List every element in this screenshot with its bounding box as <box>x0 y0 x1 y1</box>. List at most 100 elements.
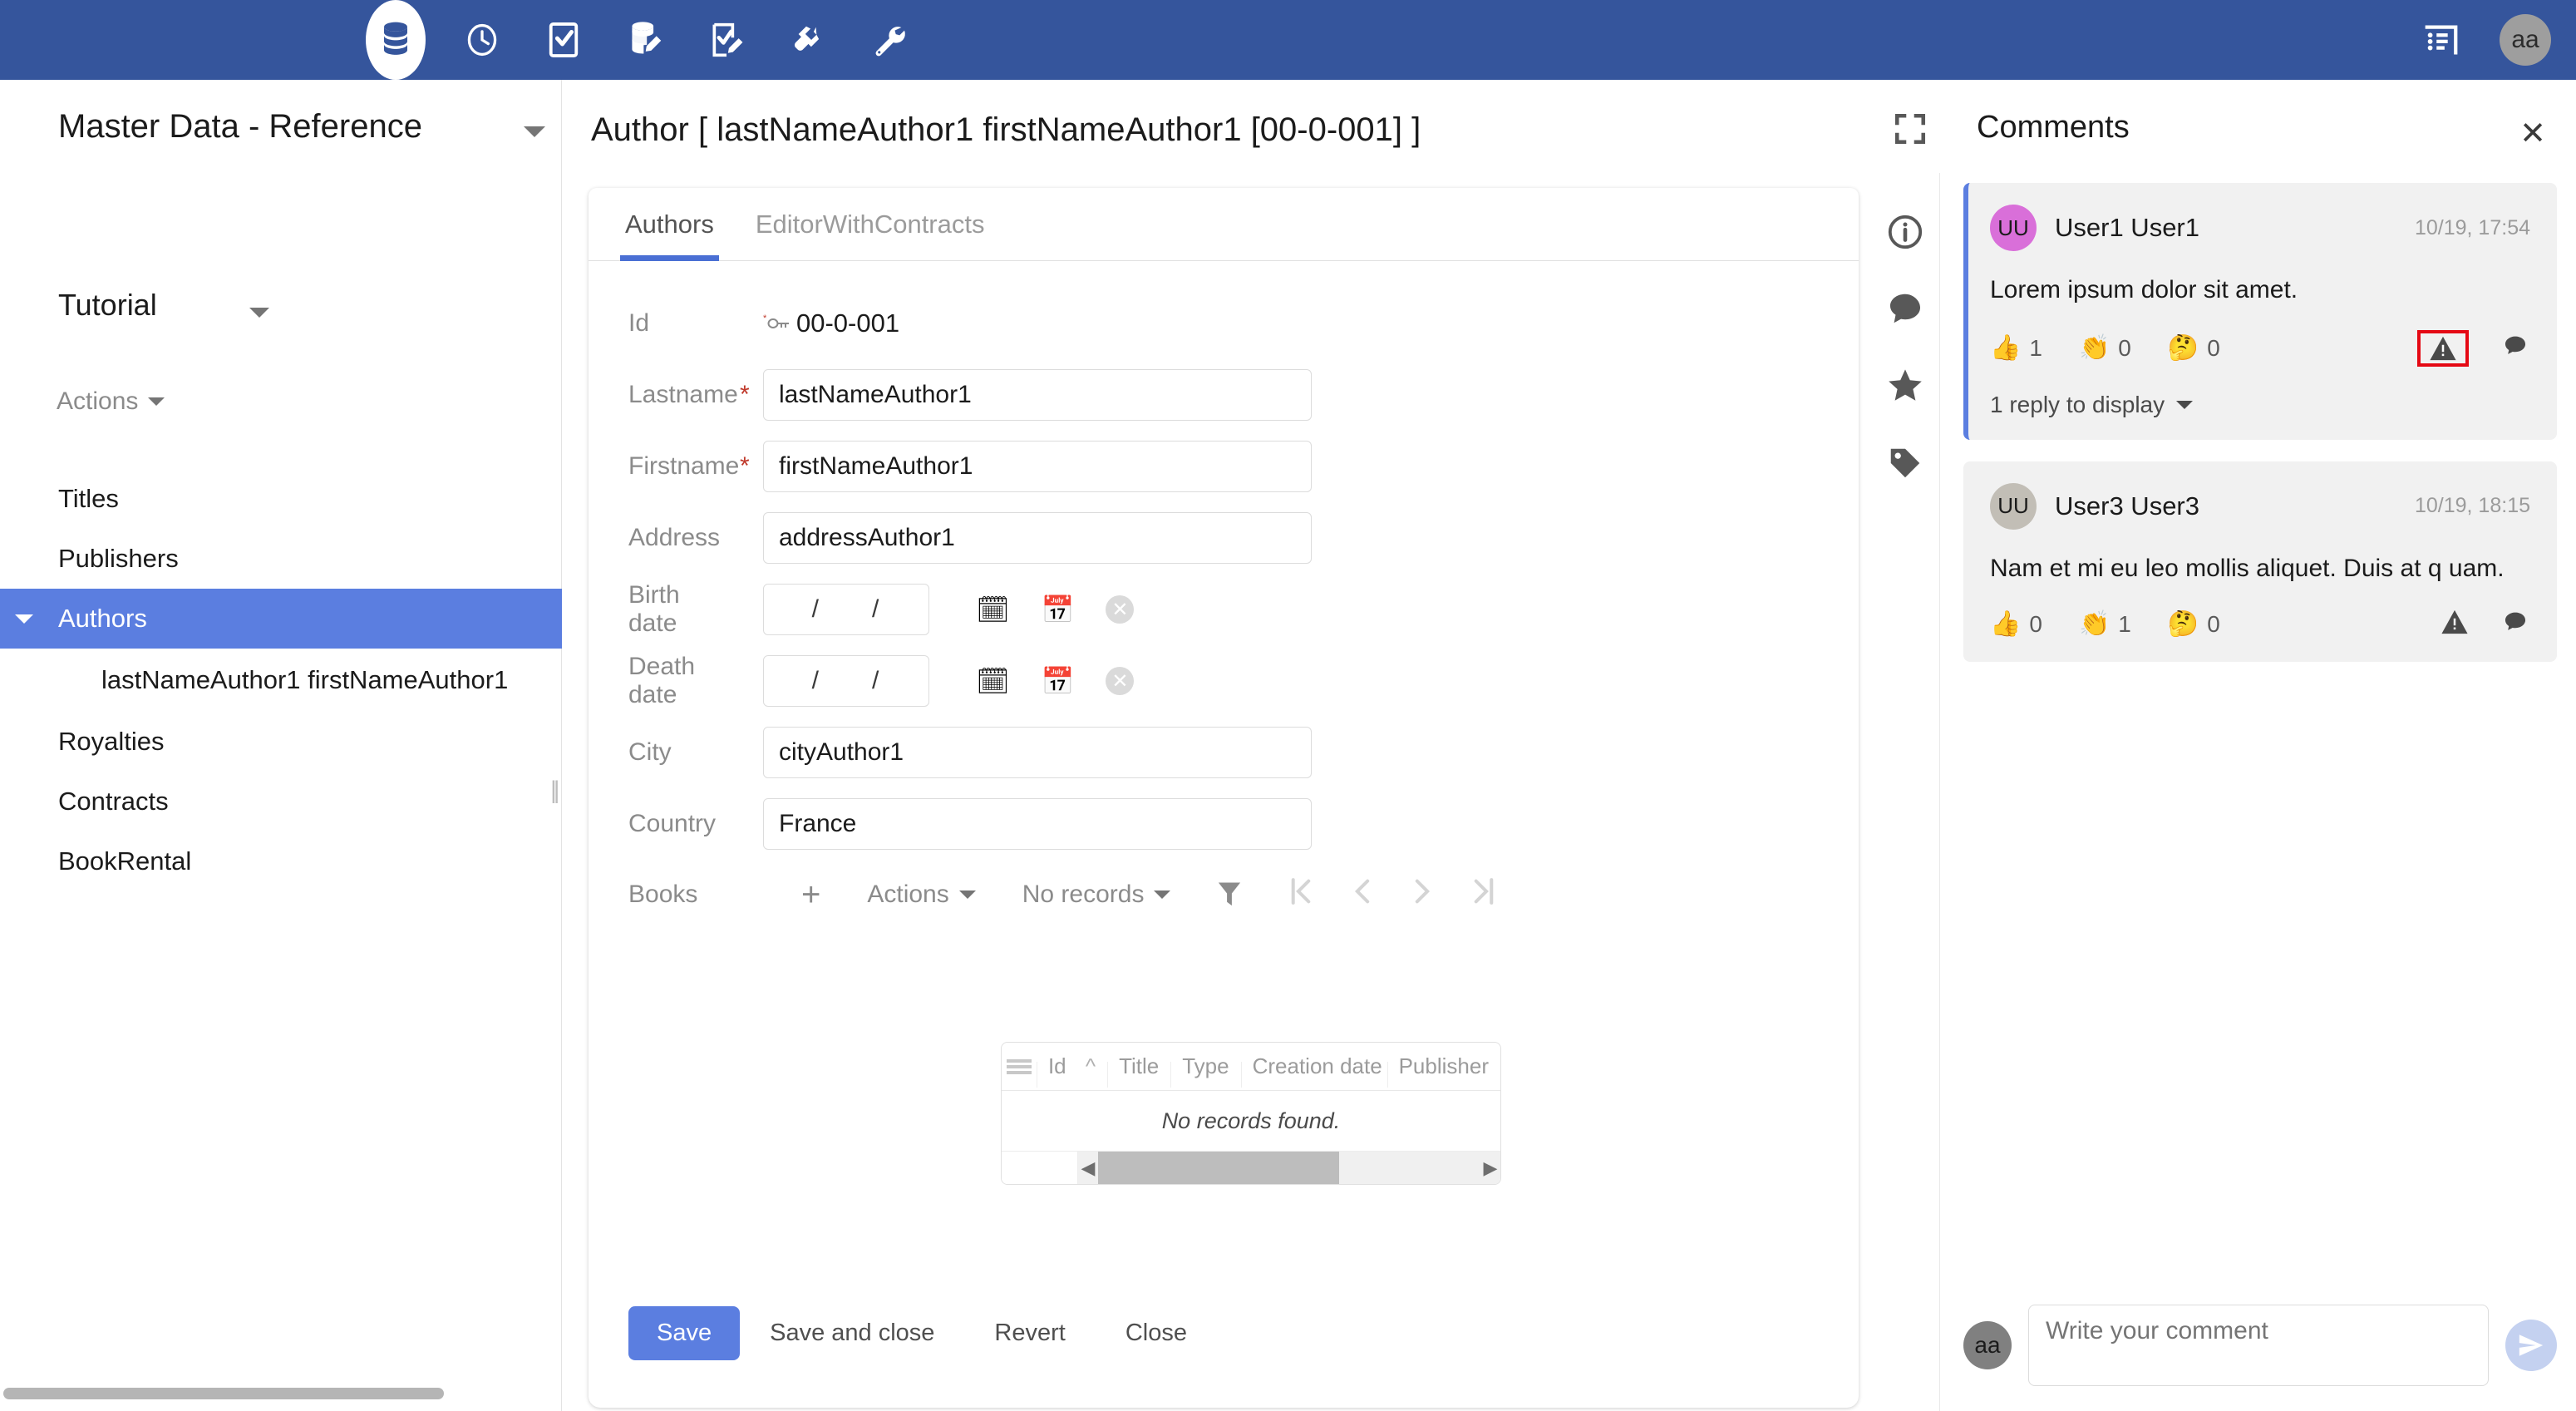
close-button[interactable]: Close <box>1096 1306 1217 1360</box>
birth-date-label: Birth date <box>628 581 733 638</box>
sidebar-title-chevron-down-icon[interactable] <box>524 126 545 137</box>
thinking-face-icon: 🤔 <box>2168 609 2199 639</box>
clear-date-icon[interactable]: ✕ <box>1106 667 1134 695</box>
comment-right-actions <box>2417 330 2530 367</box>
thinking-reaction[interactable]: 🤔 0 <box>2168 333 2220 363</box>
thumbs-up-reaction[interactable]: 👍 0 <box>1990 609 2042 639</box>
warning-icon[interactable] <box>2417 330 2469 367</box>
database-icon[interactable] <box>366 0 426 80</box>
sidebar-item-titles[interactable]: Titles <box>0 469 562 529</box>
record-editor-card: Authors EditorWithContracts Id * 00-0-00… <box>589 188 1859 1408</box>
warning-icon[interactable] <box>2441 609 2469 639</box>
reply-icon[interactable] <box>2500 332 2530 364</box>
books-actions-menu[interactable]: Actions <box>844 881 998 909</box>
scroll-left-arrow-icon[interactable]: ◀ <box>1078 1157 1098 1179</box>
books-column-creation-date[interactable]: Creation date <box>1241 1053 1387 1079</box>
clock-icon[interactable] <box>457 15 507 65</box>
wrench-icon[interactable] <box>864 15 914 65</box>
books-column-publisher[interactable]: Publisher <box>1387 1053 1500 1079</box>
address-input[interactable] <box>763 512 1312 564</box>
save-and-close-button[interactable]: Save and close <box>740 1306 964 1360</box>
last-page-icon[interactable] <box>1471 877 1496 913</box>
clear-date-icon[interactable]: ✕ <box>1106 595 1134 624</box>
revert-button[interactable]: Revert <box>964 1306 1095 1360</box>
reaction-count: 0 <box>2118 335 2131 362</box>
clap-reaction[interactable]: 👏 1 <box>2079 609 2131 639</box>
add-book-button[interactable]: + <box>778 885 844 905</box>
city-input[interactable] <box>763 727 1312 778</box>
star-icon[interactable] <box>1885 366 1925 406</box>
chevron-down-icon <box>2176 401 2193 409</box>
list-view-icon[interactable] <box>2416 15 2466 65</box>
column-header-label: Title <box>1119 1053 1159 1078</box>
close-icon[interactable]: ✕ <box>2519 115 2546 152</box>
sidebar-item-label: BookRental <box>58 846 191 876</box>
sidebar-item-publishers[interactable]: Publishers <box>0 529 562 589</box>
previous-page-icon[interactable] <box>1352 877 1373 913</box>
avatar: UU <box>1990 205 2037 251</box>
first-page-icon[interactable] <box>1288 877 1313 913</box>
calendar-day-icon[interactable]: 📅 <box>1042 665 1075 697</box>
thinking-reaction[interactable]: 🤔 0 <box>2168 609 2220 639</box>
calendar-day-icon[interactable]: 📅 <box>1042 594 1075 625</box>
books-column-title[interactable]: Title <box>1107 1053 1170 1079</box>
sidebar-item-contracts[interactable]: Contracts <box>0 772 562 831</box>
comment-actions: 👍 0 👏 1 🤔 0 <box>1990 608 2530 640</box>
reply-icon[interactable] <box>2500 608 2530 640</box>
sidebar-horizontal-scrollbar[interactable] <box>3 1388 444 1399</box>
expand-icon[interactable] <box>1893 111 1928 150</box>
lastname-input[interactable] <box>763 369 1312 421</box>
books-column-id[interactable]: Id ^ <box>1037 1053 1107 1079</box>
tag-icon[interactable] <box>1886 444 1924 482</box>
tab-bar: Authors EditorWithContracts <box>589 188 1859 261</box>
death-date-input[interactable] <box>763 655 929 707</box>
column-header-label: Id <box>1048 1053 1066 1078</box>
comment-replies-toggle[interactable]: 1 reply to display <box>1990 392 2530 418</box>
birth-date-icon-group: 🗓 📅 ✕ <box>976 594 1134 625</box>
save-button[interactable]: Save <box>628 1306 740 1360</box>
sidebar-title: Master Data - Reference <box>58 108 422 146</box>
replies-label: 1 reply to display <box>1990 392 2165 418</box>
filter-icon[interactable] <box>1194 881 1265 908</box>
firstname-input[interactable] <box>763 441 1312 492</box>
calendar-icon[interactable]: 🗓 <box>976 594 1010 625</box>
checklist-edit-icon[interactable] <box>702 15 751 65</box>
comment-icon[interactable] <box>1886 289 1924 328</box>
plug-icon[interactable] <box>783 15 833 65</box>
thumbs-up-reaction[interactable]: 👍 1 <box>1990 333 2042 363</box>
clap-reaction[interactable]: 👏 0 <box>2079 333 2131 363</box>
sidebar-item-bookrental[interactable]: BookRental <box>0 831 562 891</box>
books-actions-label: Actions <box>867 881 948 909</box>
calendar-icon[interactable]: 🗓 <box>976 665 1010 697</box>
tab-authors[interactable]: Authors <box>620 188 719 261</box>
user-avatar[interactable]: aa <box>2500 14 2551 66</box>
birth-date-input[interactable] <box>763 584 929 635</box>
sidebar-item-author-record[interactable]: lastNameAuthor1 firstNameAuthor1 <box>0 649 562 712</box>
reaction-count: 1 <box>2029 335 2042 362</box>
country-input[interactable] <box>763 798 1312 850</box>
database-edit-icon[interactable] <box>620 15 670 65</box>
comments-panel: Comments ✕ UU User1 User1 10/19, 17:54 L… <box>1940 80 2576 1411</box>
sidebar-item-authors[interactable]: Authors <box>0 589 562 649</box>
books-grid-horizontal-scrollbar[interactable]: ◀ ▶ <box>1078 1152 1500 1184</box>
sidebar-actions-menu[interactable]: Actions <box>57 387 165 416</box>
main-content-area: Author [ lastNameAuthor1 firstNameAuthor… <box>562 80 1870 1411</box>
send-icon[interactable] <box>2505 1320 2557 1371</box>
grid-menu-icon[interactable] <box>1002 1057 1037 1077</box>
books-grid-footer: ◀ ▶ <box>1002 1151 1500 1184</box>
comments-title: Comments <box>1977 110 2130 146</box>
sidebar-item-label: Royalties <box>58 727 165 757</box>
comment-body: Nam et mi eu leo mollis aliquet. Duis at… <box>1990 551 2530 587</box>
scrollbar-thumb[interactable] <box>1098 1152 1339 1184</box>
sidebar-item-royalties[interactable]: Royalties <box>0 712 562 772</box>
books-column-type[interactable]: Type <box>1170 1053 1240 1079</box>
sidebar-resize-handle[interactable]: || <box>550 777 557 805</box>
scroll-right-arrow-icon[interactable]: ▶ <box>1480 1157 1500 1179</box>
comment-input[interactable] <box>2028 1305 2489 1386</box>
next-page-icon[interactable] <box>1411 877 1433 913</box>
tab-editorwithcontracts[interactable]: EditorWithContracts <box>751 188 990 261</box>
info-icon[interactable] <box>1886 213 1924 251</box>
checklist-icon[interactable] <box>539 15 589 65</box>
sidebar-subtitle-chevron-down-icon[interactable] <box>249 308 269 318</box>
books-record-count-menu[interactable]: No records <box>999 881 1194 909</box>
